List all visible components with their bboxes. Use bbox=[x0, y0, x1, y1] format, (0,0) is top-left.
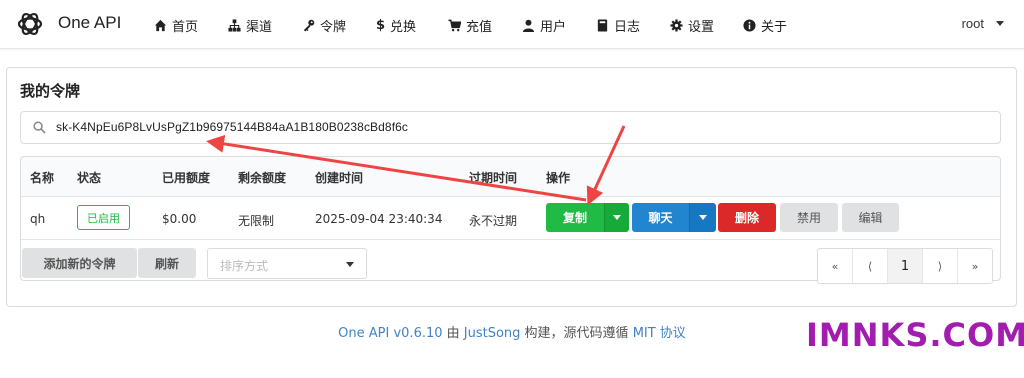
row-divider bbox=[21, 239, 1000, 240]
nav-label: 首页 bbox=[172, 19, 199, 35]
column-header-name[interactable]: 名称 bbox=[30, 169, 54, 186]
edit-button[interactable]: 编辑 bbox=[842, 203, 899, 232]
footer-text: 由 bbox=[442, 326, 464, 341]
nav-item-about[interactable]: 关于 bbox=[743, 15, 787, 35]
nav-item-channels[interactable]: 渠道 bbox=[228, 15, 272, 35]
nav-item-tokens[interactable]: 令牌 bbox=[302, 15, 346, 35]
page-1-button[interactable]: 1 bbox=[888, 249, 923, 283]
column-header-used[interactable]: 已用额度 bbox=[162, 169, 210, 186]
delete-button[interactable]: 删除 bbox=[718, 203, 776, 232]
status-badge: 已启用 bbox=[77, 205, 130, 230]
author-link[interactable]: JustSong bbox=[464, 326, 521, 341]
column-header-actions: 操作 bbox=[546, 171, 571, 185]
cart-icon bbox=[448, 19, 461, 31]
column-header-remaining[interactable]: 剩余额度 bbox=[238, 169, 286, 186]
chat-button[interactable]: 聊天 bbox=[632, 203, 689, 232]
created-time: 2025-09-04 23:40:34 bbox=[315, 212, 443, 226]
user-icon bbox=[522, 19, 535, 32]
nav-label: 日志 bbox=[614, 19, 641, 35]
table-header: 名称 状态 已用额度 剩余额度 创建时间 过期时间 操作 bbox=[21, 157, 1000, 197]
user-menu[interactable]: root bbox=[962, 16, 1004, 31]
sort-select[interactable]: 排序方式 bbox=[207, 248, 367, 279]
nav-item-topup[interactable]: 充值 bbox=[448, 15, 492, 35]
openai-logo-icon[interactable] bbox=[15, 9, 45, 39]
column-header-status[interactable]: 状态 bbox=[77, 169, 101, 186]
search-input[interactable]: sk-K4NpEu6P8LvUsPgZ1b96975144B84aA1B180B… bbox=[20, 111, 1001, 144]
add-token-button[interactable]: 添加新的令牌 bbox=[22, 248, 137, 278]
username: root bbox=[961, 16, 984, 31]
nav-label: 设置 bbox=[688, 19, 715, 35]
last-page-button[interactable]: » bbox=[958, 249, 992, 283]
used-quota: $0.00 bbox=[162, 212, 197, 226]
sitemap-icon bbox=[228, 18, 241, 32]
next-page-button[interactable]: ⟩ bbox=[923, 249, 958, 283]
watermark: IMNKS.COM bbox=[806, 316, 1024, 354]
chevron-down-icon bbox=[613, 215, 621, 220]
pagination: « ⟨ 1 ⟩ » bbox=[817, 248, 993, 284]
page-title: 我的令牌 bbox=[20, 82, 81, 100]
disable-button[interactable]: 禁用 bbox=[780, 203, 838, 232]
nav-label: 令牌 bbox=[320, 19, 347, 35]
nav-label: 兑换 bbox=[390, 19, 417, 35]
expire-time: 永不过期 bbox=[469, 214, 518, 228]
column-header-expires[interactable]: 过期时间 bbox=[469, 169, 517, 186]
nav-item-logs[interactable]: 日志 bbox=[596, 15, 640, 35]
footer-text: 构建，源代码遵循 bbox=[520, 326, 633, 341]
nav-label: 用户 bbox=[540, 19, 567, 35]
chat-dropdown-button[interactable] bbox=[689, 203, 716, 232]
search-value: sk-K4NpEu6P8LvUsPgZ1b96975144B84aA1B180B… bbox=[56, 120, 409, 134]
nav-item-home[interactable]: 首页 bbox=[154, 15, 198, 35]
nav-label: 渠道 bbox=[246, 19, 273, 35]
refresh-button[interactable]: 刷新 bbox=[138, 248, 196, 278]
tokens-card: 我的令牌 sk-K4NpEu6P8LvUsPgZ1b96975144B84aA1… bbox=[6, 67, 1017, 307]
copy-dropdown-button[interactable] bbox=[604, 203, 629, 232]
nav-item-users[interactable]: 用户 bbox=[522, 15, 566, 35]
search-icon bbox=[33, 121, 46, 134]
license-link[interactable]: MIT 协议 bbox=[633, 326, 686, 341]
gear-icon bbox=[670, 18, 683, 32]
brand-name[interactable]: One API bbox=[58, 13, 121, 33]
chevron-down-icon bbox=[699, 215, 707, 220]
top-navbar: One API 首页 渠道 令牌 $ 兑换 充值 用户 日志 设置 关于 roo… bbox=[0, 0, 1024, 49]
nav-label: 关于 bbox=[761, 19, 788, 35]
first-page-button[interactable]: « bbox=[818, 249, 853, 283]
app-version-link[interactable]: One API v0.6.10 bbox=[338, 326, 442, 341]
copy-button[interactable]: 复制 bbox=[546, 203, 604, 232]
token-name: qh bbox=[30, 212, 46, 226]
info-icon bbox=[743, 18, 756, 32]
chevron-down-icon bbox=[346, 262, 354, 267]
nav-item-settings[interactable]: 设置 bbox=[670, 15, 714, 35]
nav-item-redeem[interactable]: $ 兑换 bbox=[376, 15, 416, 35]
sort-placeholder: 排序方式 bbox=[220, 259, 269, 273]
prev-page-button[interactable]: ⟨ bbox=[853, 249, 888, 283]
chevron-down-icon bbox=[996, 21, 1004, 26]
book-icon bbox=[597, 18, 608, 32]
home-icon bbox=[154, 19, 167, 31]
remaining-quota: 无限制 bbox=[238, 214, 275, 228]
dollar-icon: $ bbox=[376, 17, 386, 33]
key-icon bbox=[303, 19, 315, 32]
nav-label: 充值 bbox=[466, 19, 493, 35]
column-header-created[interactable]: 创建时间 bbox=[315, 169, 363, 186]
